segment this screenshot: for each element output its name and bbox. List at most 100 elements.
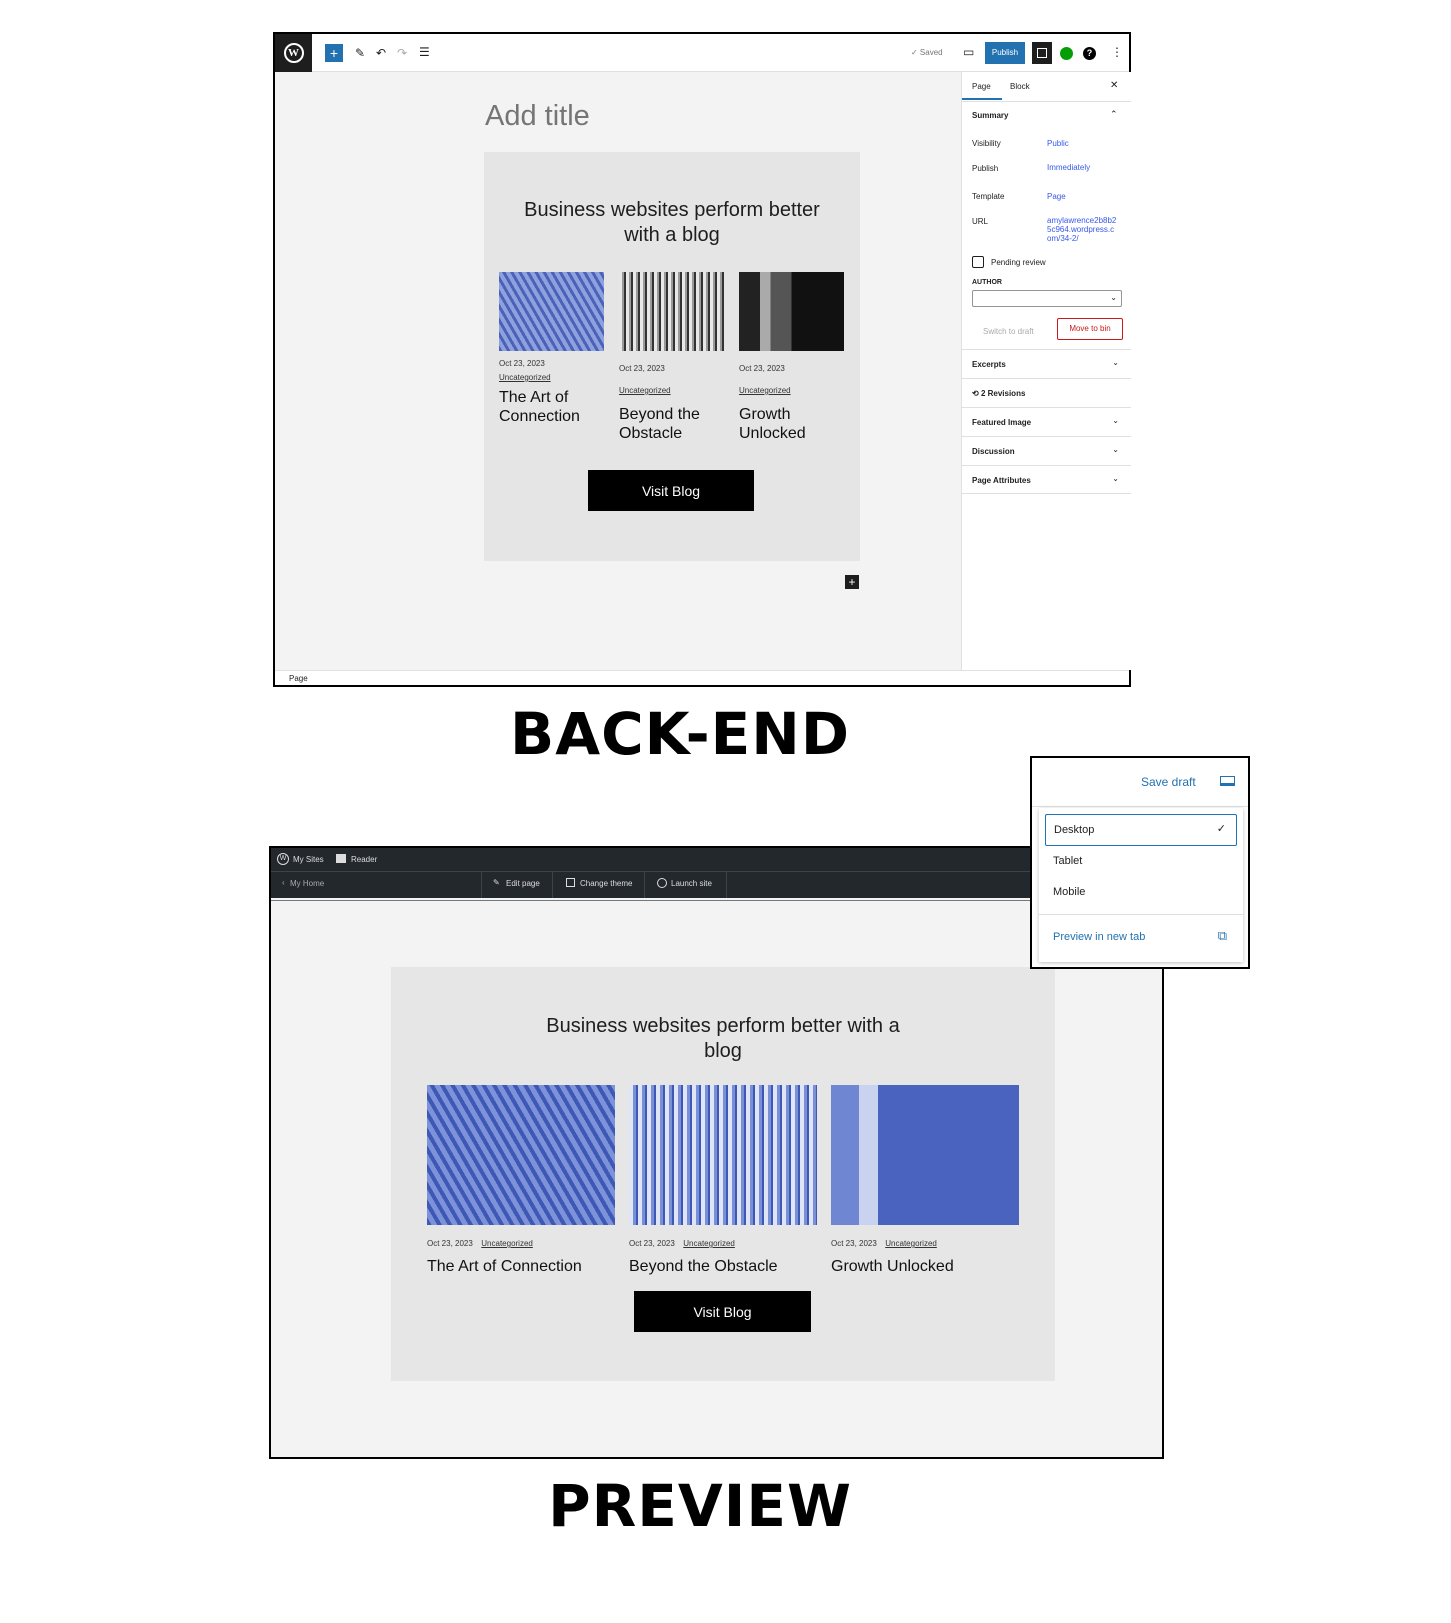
visibility-value[interactable]: Public [1047,139,1069,148]
chevron-up-icon[interactable]: ⌃ [1110,109,1118,120]
menu-item-tablet[interactable]: Tablet [1045,846,1237,878]
device-menu: Desktop ✓ Tablet Mobile Preview in new ta… [1039,808,1243,962]
post-title[interactable]: Growth Unlocked [831,1257,1021,1276]
my-sites-link[interactable]: My Sites [293,855,324,864]
section-discussion[interactable]: Discussion ⌄ [962,436,1131,465]
author-label: AUTHOR [972,279,1002,286]
menu-item-label: Preview in new tab [1053,931,1146,943]
publish-button[interactable]: Publish [985,42,1025,64]
post-image [427,1085,615,1225]
settings-toggle-icon[interactable] [1032,42,1052,64]
list-view-icon[interactable]: ☰ [419,46,430,58]
divider [481,871,482,898]
blog-card: Business websites perform better with a … [391,967,1055,1381]
divider [726,871,727,898]
admin-bar: W My Sites Reader ‹ My Home ✎ Edit page … [271,848,1162,898]
close-icon[interactable]: ✕ [1110,80,1118,91]
post-title[interactable]: Growth Unlocked [739,405,829,443]
wordpress-logo[interactable]: W [275,34,312,72]
saved-status: ✓ Saved [911,48,943,57]
edit-page-button[interactable]: Edit page [506,879,540,888]
jetpack-icon[interactable] [1060,47,1073,60]
my-home-link[interactable]: My Home [290,879,324,888]
add-block-button[interactable]: + [325,44,343,62]
chevron-down-icon: ⌄ [1112,358,1119,367]
field-label: Template [972,192,1005,201]
post-title[interactable]: The Art of Connection [427,1257,617,1276]
add-block-inline-button[interactable]: + [845,575,859,589]
change-theme-button[interactable]: Change theme [580,879,632,888]
blog-card: Business websites perform better with a … [484,152,860,561]
post-category[interactable]: Uncategorized [683,1239,735,1248]
save-draft-button[interactable]: Save draft [1141,775,1196,789]
post-image [831,1085,1019,1225]
pending-review-checkbox[interactable] [972,256,984,268]
launch-site-button[interactable]: Launch site [671,879,712,888]
author-select[interactable]: ⌄ [972,290,1122,307]
more-options-icon[interactable]: ⋮ [1111,46,1123,58]
divider [552,871,553,898]
editor-window: W + ✎ ↶ ↷ ☰ ✓ Saved ▭ Publish ? ⋮ Add ti… [273,32,1131,687]
switch-to-draft-button[interactable]: Switch to draft [983,327,1034,336]
post-category[interactable]: Uncategorized [499,373,609,382]
title-input[interactable]: Add title [485,100,590,133]
external-link-icon: ⧉ [1217,928,1227,943]
post-title[interactable]: Beyond the Obstacle [629,1257,819,1276]
section-label: Excerpts [972,360,1006,369]
post-title[interactable]: The Art of Connection [499,388,609,426]
redo-icon[interactable]: ↷ [397,47,407,59]
section-excerpts[interactable]: Excerpts ⌄ [962,349,1131,378]
layout-icon [566,878,575,887]
desktop-device-icon[interactable] [1220,776,1235,786]
post-category[interactable]: Uncategorized [885,1239,937,1248]
editor-toolbar: W + ✎ ↶ ↷ ☰ ✓ Saved ▭ Publish ? ⋮ [275,34,1129,72]
field-label: Visibility [972,139,1001,148]
section-page-attributes[interactable]: Page Attributes ⌄ [962,465,1131,494]
editor-footer: Page [275,670,1129,685]
post-date: Oct 23, 2023 [831,1239,877,1248]
tab-page[interactable]: Page [972,82,991,91]
back-chevron-icon: ‹ [282,878,285,887]
visit-blog-button[interactable]: Visit Blog [634,1291,811,1332]
menu-item-label: Desktop [1054,824,1095,836]
pending-review-label: Pending review [991,258,1046,267]
chevron-down-icon: ⌄ [1112,445,1119,454]
menu-item-label: Tablet [1053,855,1083,867]
post-category[interactable]: Uncategorized [619,386,719,395]
url-value[interactable]: amylawrence2b8b25c964.wordpress.com/34-2… [1047,216,1117,243]
section-revisions[interactable]: ⟲ 2 Revisions [962,378,1131,407]
menu-item-desktop[interactable]: Desktop ✓ [1045,814,1237,846]
summary-heading[interactable]: Summary [972,111,1008,120]
section-featured-image[interactable]: Featured Image ⌄ [962,407,1131,436]
post-category[interactable]: Uncategorized [481,1239,533,1248]
post-date: Oct 23, 2023 [739,364,785,373]
post-date: Oct 23, 2023 [619,364,665,373]
publish-value[interactable]: Immediately [1047,163,1090,172]
reader-link[interactable]: Reader [351,855,377,864]
help-icon[interactable]: ? [1083,47,1096,60]
pencil-icon[interactable]: ✎ [355,47,365,59]
post-date: Oct 23, 2023 [427,1239,473,1248]
section-label: Page Attributes [972,476,1031,485]
post-item: Oct 23, 2023 Uncategorized The Art of Co… [427,1233,617,1276]
pencil-icon: ✎ [493,878,500,887]
chevron-down-icon: ⌄ [1112,474,1119,483]
undo-icon[interactable]: ↶ [376,47,386,59]
post-title[interactable]: Beyond the Obstacle [619,405,719,443]
visit-blog-button[interactable]: Visit Blog [588,470,754,511]
section-label: Featured Image [972,418,1032,427]
post-image [499,272,604,351]
preview-device-dropdown: Save draft Desktop ✓ Tablet Mobile Previe… [1030,756,1250,969]
tab-block[interactable]: Block [1010,82,1030,91]
wordpress-icon[interactable]: W [277,853,289,865]
preview-device-icon[interactable]: ▭ [963,46,974,58]
breadcrumb[interactable]: Page [289,674,308,683]
preview-in-new-tab-link[interactable]: Preview in new tab ⧉ [1045,922,1237,954]
template-value[interactable]: Page [1047,192,1066,201]
post-item: Oct 23, 2023 Uncategorized Growth Unlock… [739,364,829,443]
menu-item-mobile[interactable]: Mobile [1045,877,1237,909]
post-date: Oct 23, 2023 [499,359,545,368]
post-category[interactable]: Uncategorized [739,386,829,395]
divider [644,871,645,898]
move-to-bin-button[interactable]: Move to bin [1057,318,1123,340]
